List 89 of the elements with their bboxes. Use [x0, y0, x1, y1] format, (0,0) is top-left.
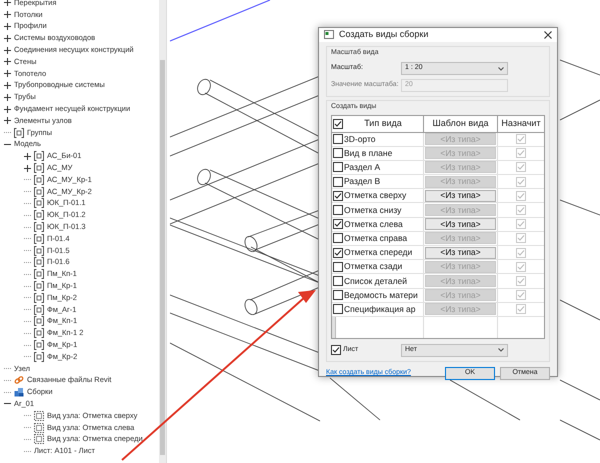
checkbox[interactable]	[333, 162, 343, 172]
assign-checkbox[interactable]	[516, 233, 526, 244]
template-button[interactable]: <Из типа>	[425, 246, 496, 259]
select-all-checkbox[interactable]	[333, 118, 343, 128]
checkbox[interactable]	[333, 290, 343, 300]
scrollbar[interactable]	[159, 0, 166, 463]
column-header: Тип вида	[363, 116, 403, 130]
group-icon	[34, 269, 44, 280]
chevron-down-icon	[498, 66, 504, 70]
checkbox[interactable]	[333, 219, 343, 230]
checkbox[interactable]	[333, 176, 343, 187]
expand-icon[interactable]	[4, 70, 10, 78]
group-icon	[34, 198, 44, 208]
template-button[interactable]: <Из типа>	[425, 218, 496, 230]
assign-checkbox[interactable]	[516, 262, 526, 272]
template-button[interactable]: <Из типа>	[425, 190, 496, 202]
group-icon	[34, 210, 44, 220]
expand-icon[interactable]	[24, 164, 30, 172]
group-icon	[34, 234, 44, 244]
view-type-cell: Отметка справа	[344, 232, 408, 245]
view-icon	[34, 410, 44, 421]
view-type-cell: Список деталей	[344, 274, 408, 288]
expand-icon[interactable]	[4, 82, 10, 89]
group-icon	[34, 257, 44, 268]
sheet-checkbox[interactable]	[331, 345, 341, 356]
expand-icon[interactable]	[4, 11, 10, 18]
expand-icon[interactable]	[24, 152, 30, 160]
assign-checkbox[interactable]	[516, 148, 526, 158]
checkbox[interactable]	[333, 148, 343, 158]
group-icon	[34, 246, 44, 256]
view-type-cell: 3D-орто	[344, 132, 376, 146]
group-icon	[34, 316, 44, 326]
view-type-cell: Отметка сверху	[344, 189, 406, 202]
expand-icon[interactable]	[4, 46, 10, 54]
checkbox[interactable]	[333, 276, 343, 286]
assign-checkbox[interactable]	[516, 248, 526, 258]
assign-checkbox[interactable]	[516, 290, 526, 300]
group-icon	[14, 128, 24, 138]
group-icon	[34, 328, 44, 338]
checkbox[interactable]	[333, 233, 343, 244]
close-icon[interactable]	[544, 30, 552, 39]
expand-icon[interactable]	[4, 0, 10, 6]
column-header: Назначит	[500, 116, 542, 130]
view-type-cell: Раздел В	[344, 175, 380, 188]
expand-icon[interactable]	[4, 34, 10, 42]
view-type-cell: Вид в плане	[344, 146, 392, 160]
assign-checkbox[interactable]	[516, 304, 526, 314]
expand-icon[interactable]	[4, 106, 10, 113]
assign-checkbox[interactable]	[516, 162, 526, 172]
group-icon	[34, 304, 44, 315]
view-type-cell: Ведомость матери	[344, 288, 418, 302]
group-icon	[34, 281, 44, 292]
checkbox[interactable]	[333, 134, 343, 144]
column-header: Шаблон вида	[424, 116, 498, 132]
group-icon	[34, 186, 44, 197]
view-type-cell: Раздел А	[344, 161, 380, 174]
assign-checkbox[interactable]	[516, 219, 526, 230]
chevron-down-icon	[498, 348, 504, 352]
group-icon	[34, 151, 44, 162]
link-icon	[14, 375, 24, 386]
view-icon	[34, 422, 44, 433]
assign-checkbox[interactable]	[516, 205, 526, 216]
view-type-cell: Отметка снизу	[344, 204, 402, 216]
expand-icon[interactable]	[4, 22, 10, 30]
assign-checkbox[interactable]	[516, 190, 526, 201]
checkbox[interactable]	[333, 248, 343, 258]
view-type-cell: Отметка слева	[344, 218, 403, 231]
group-icon	[34, 174, 44, 185]
expand-icon[interactable]	[4, 58, 10, 66]
view-type-cell: Отметка спереди	[344, 246, 412, 259]
checkbox[interactable]	[333, 304, 343, 314]
expand-icon[interactable]	[4, 94, 10, 101]
group-icon	[34, 340, 44, 350]
group-icon	[34, 292, 44, 303]
group-icon	[34, 352, 44, 362]
checkbox[interactable]	[333, 205, 343, 216]
assign-checkbox[interactable]	[516, 176, 526, 187]
window-title: Создать виды сборки	[339, 28, 430, 41]
assembly-icon	[14, 387, 24, 398]
expand-icon[interactable]	[4, 117, 10, 124]
group-icon	[34, 163, 44, 174]
view-icon	[34, 434, 44, 444]
assign-checkbox[interactable]	[516, 134, 526, 144]
view-type-cell: Отметка сзади	[344, 260, 402, 274]
checkbox[interactable]	[333, 190, 343, 201]
checkbox[interactable]	[333, 262, 343, 272]
assign-checkbox[interactable]	[516, 276, 526, 286]
view-type-cell: Спецификация ар	[344, 302, 416, 316]
group-icon	[34, 222, 44, 232]
